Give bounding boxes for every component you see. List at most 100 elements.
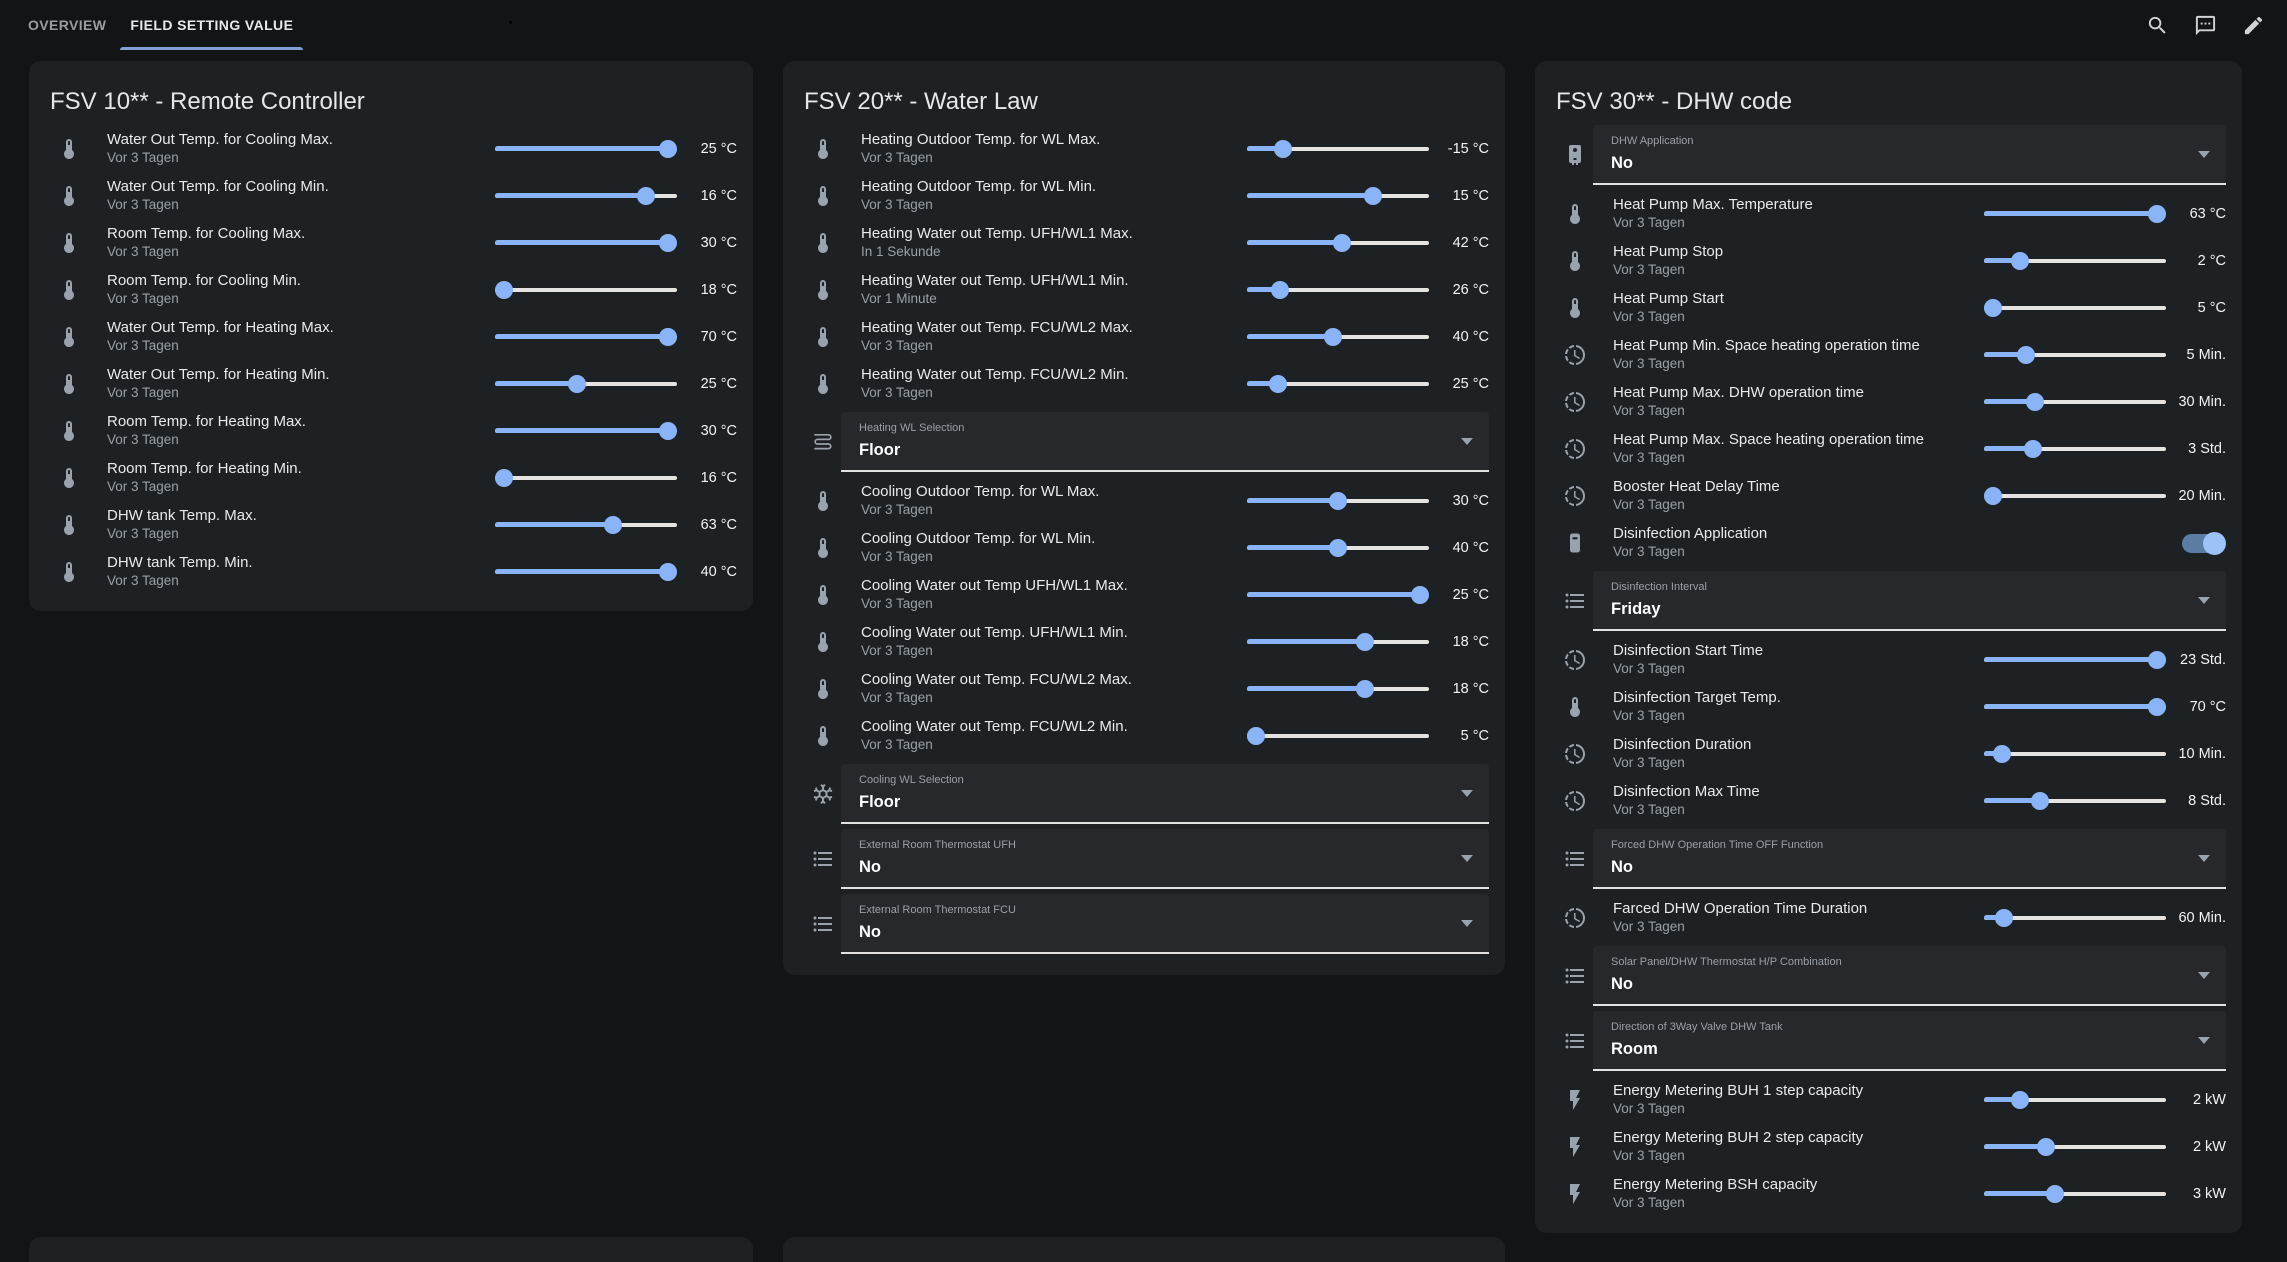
select-field-dhw-application[interactable]: DHW ApplicationNo xyxy=(1593,125,2226,185)
search-icon[interactable] xyxy=(2146,14,2169,37)
slider-knob[interactable] xyxy=(1329,539,1347,557)
slider-knob[interactable] xyxy=(2026,393,2044,411)
setting-last-changed: Vor 3 Tagen xyxy=(861,642,1247,660)
select-label: Forced DHW Operation Time OFF Function xyxy=(1611,839,2182,852)
slider-cooling-outdoor-temp-for-wl-max[interactable] xyxy=(1247,491,1429,511)
slider-knob[interactable] xyxy=(1411,586,1429,604)
slider-cooling-water-out-temp-ufh-wl1-max[interactable] xyxy=(1247,585,1429,605)
slider-heat-pump-max-dhw-operation-time[interactable] xyxy=(1984,392,2166,412)
select-field-solar-panel-dhw-thermostat-h-p-combination[interactable]: Solar Panel/DHW Thermostat H/P Combinati… xyxy=(1593,946,2226,1006)
slider-heating-water-out-temp-ufh-wl1-max[interactable] xyxy=(1247,233,1429,253)
slider-energy-metering-bsh-capacity[interactable] xyxy=(1984,1184,2166,1204)
slider-disinfection-start-time[interactable] xyxy=(1984,650,2166,670)
slider-water-out-temp-for-cooling-min[interactable] xyxy=(495,186,677,206)
slider-knob[interactable] xyxy=(2037,1138,2055,1156)
select-field-cooling-wl-selection[interactable]: Cooling WL SelectionFloor xyxy=(841,764,1489,824)
select-field-external-room-thermostat-fcu[interactable]: External Room Thermostat FCUNo xyxy=(841,894,1489,954)
slider-dhw-tank-temp-max[interactable] xyxy=(495,515,677,535)
slider-knob[interactable] xyxy=(2017,346,2035,364)
slider-cooling-water-out-temp-fcu-wl2-min[interactable] xyxy=(1247,726,1429,746)
select-field-external-room-thermostat-ufh[interactable]: External Room Thermostat UFHNo xyxy=(841,829,1489,889)
slider-room-temp-for-heating-min[interactable] xyxy=(495,468,677,488)
select-field-forced-dhw-operation-time-off-function[interactable]: Forced DHW Operation Time OFF FunctionNo xyxy=(1593,829,2226,889)
slider-knob[interactable] xyxy=(495,469,513,487)
select-field-disinfection-interval[interactable]: Disinfection IntervalFriday xyxy=(1593,571,2226,631)
slider-water-out-temp-for-heating-max[interactable] xyxy=(495,327,677,347)
slider-knob[interactable] xyxy=(2148,698,2166,716)
slider-heating-water-out-temp-fcu-wl2-max[interactable] xyxy=(1247,327,1429,347)
slider-knob[interactable] xyxy=(2046,1185,2064,1203)
slider-knob[interactable] xyxy=(1984,487,2002,505)
slider-heat-pump-max-temperature[interactable] xyxy=(1984,204,2166,224)
slider-water-out-temp-for-cooling-max[interactable] xyxy=(495,139,677,159)
slider-knob[interactable] xyxy=(1247,727,1265,745)
slider-disinfection-max-time[interactable] xyxy=(1984,791,2166,811)
slider-cooling-water-out-temp-fcu-wl2-max[interactable] xyxy=(1247,679,1429,699)
slider-knob[interactable] xyxy=(659,563,677,581)
select-label: External Room Thermostat UFH xyxy=(859,839,1445,852)
slider-cooling-outdoor-temp-for-wl-min[interactable] xyxy=(1247,538,1429,558)
setting-label: Farced DHW Operation Time Duration xyxy=(1613,899,1984,918)
slider-knob[interactable] xyxy=(659,234,677,252)
slider-knob[interactable] xyxy=(659,328,677,346)
slider-knob[interactable] xyxy=(1329,492,1347,510)
slider-knob[interactable] xyxy=(1984,299,2002,317)
card-fsv-20: FSV 20** - Water LawHeating Outdoor Temp… xyxy=(783,61,1505,975)
slider-knob[interactable] xyxy=(2148,651,2166,669)
tab-overview[interactable]: OVERVIEW xyxy=(18,0,116,50)
setting-value: 5 °C xyxy=(2174,300,2226,316)
slider-knob[interactable] xyxy=(637,187,655,205)
slider-disinfection-duration[interactable] xyxy=(1984,744,2166,764)
slider-knob[interactable] xyxy=(1995,909,2013,927)
slider-room-temp-for-cooling-min[interactable] xyxy=(495,280,677,300)
slider-knob[interactable] xyxy=(568,375,586,393)
slider-water-out-temp-for-heating-min[interactable] xyxy=(495,374,677,394)
slider-booster-heat-delay-time[interactable] xyxy=(1984,486,2166,506)
water-boiler-icon xyxy=(1563,143,1587,167)
setting-texts: Heating Outdoor Temp. for WL Max.Vor 3 T… xyxy=(861,130,1247,167)
slider-heat-pump-min-space-heating-operation-time[interactable] xyxy=(1984,345,2166,365)
slider-heating-outdoor-temp-for-wl-max[interactable] xyxy=(1247,139,1429,159)
slider-knob[interactable] xyxy=(1274,140,1292,158)
slider-knob[interactable] xyxy=(2011,252,2029,270)
slider-knob[interactable] xyxy=(1269,375,1287,393)
slider-knob[interactable] xyxy=(2148,205,2166,223)
slider-knob[interactable] xyxy=(1356,680,1374,698)
slider-heating-water-out-temp-ufh-wl1-min[interactable] xyxy=(1247,280,1429,300)
slider-knob[interactable] xyxy=(1333,234,1351,252)
slider-knob[interactable] xyxy=(659,140,677,158)
slider-heat-pump-max-space-heating-operation-time[interactable] xyxy=(1984,439,2166,459)
edit-icon[interactable] xyxy=(2242,14,2265,37)
select-field-direction-of-3way-valve-dhw-tank[interactable]: Direction of 3Way Valve DHW TankRoom xyxy=(1593,1011,2226,1071)
setting-value: 26 °C xyxy=(1437,282,1489,298)
slider-energy-metering-buh-1-step-capacity[interactable] xyxy=(1984,1090,2166,1110)
slider-dhw-tank-temp-min[interactable] xyxy=(495,562,677,582)
slider-disinfection-target-temp[interactable] xyxy=(1984,697,2166,717)
slider-farced-dhw-operation-time-duration[interactable] xyxy=(1984,908,2166,928)
slider-knob[interactable] xyxy=(2011,1091,2029,1109)
slider-knob[interactable] xyxy=(1271,281,1289,299)
slider-knob[interactable] xyxy=(495,281,513,299)
toggle-switch-disinfection-application[interactable] xyxy=(2182,532,2226,554)
slider-heat-pump-start[interactable] xyxy=(1984,298,2166,318)
slider-energy-metering-buh-2-step-capacity[interactable] xyxy=(1984,1137,2166,1157)
slider-knob[interactable] xyxy=(2024,440,2042,458)
slider-knob[interactable] xyxy=(1993,745,2011,763)
slider-knob[interactable] xyxy=(1324,328,1342,346)
slider-heating-water-out-temp-fcu-wl2-min[interactable] xyxy=(1247,374,1429,394)
slider-room-temp-for-cooling-max[interactable] xyxy=(495,233,677,253)
slider-knob[interactable] xyxy=(1356,633,1374,651)
slider-cooling-water-out-temp-ufh-wl1-min[interactable] xyxy=(1247,632,1429,652)
slider-knob[interactable] xyxy=(659,422,677,440)
tab-field-setting-value[interactable]: FIELD SETTING VALUE xyxy=(120,0,303,50)
slider-heat-pump-stop[interactable] xyxy=(1984,251,2166,271)
slider-fill xyxy=(1984,211,2157,216)
slider-knob[interactable] xyxy=(2031,792,2049,810)
slider-room-temp-for-heating-max[interactable] xyxy=(495,421,677,441)
slider-knob[interactable] xyxy=(604,516,622,534)
setting-texts: Disinfection Target Temp.Vor 3 Tagen xyxy=(1613,688,1984,725)
select-field-heating-wl-selection[interactable]: Heating WL SelectionFloor xyxy=(841,412,1489,472)
assist-icon[interactable] xyxy=(2194,14,2217,37)
slider-heating-outdoor-temp-for-wl-min[interactable] xyxy=(1247,186,1429,206)
slider-knob[interactable] xyxy=(1364,187,1382,205)
